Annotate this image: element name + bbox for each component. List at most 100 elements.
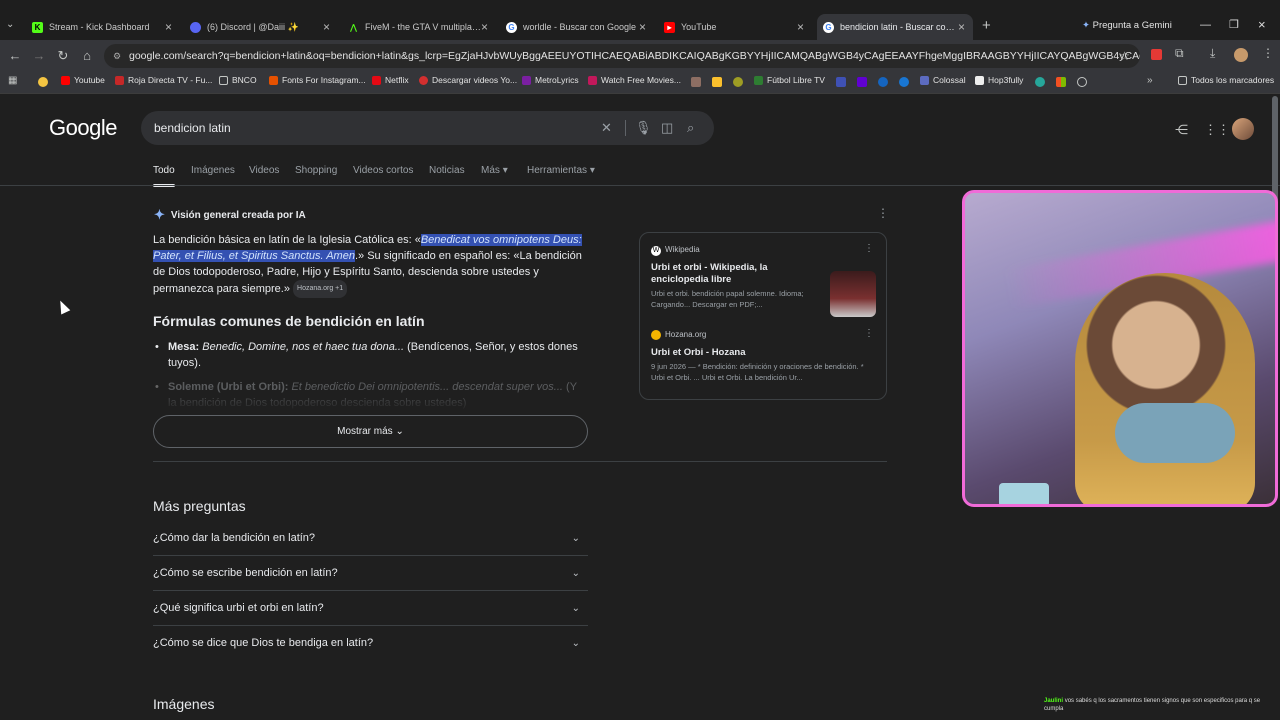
mug [999,483,1049,504]
faq-item[interactable]: ¿Cómo dar la bendición en latín? ⌄ [153,521,588,556]
apps-icon[interactable]: ▦ [8,75,17,86]
source-chip[interactable]: Hozana.org +1 [293,280,348,298]
faq-item[interactable]: ¿Cómo se dice que Dios te bendiga en lat… [153,626,588,661]
close-window-button[interactable]: × [1258,17,1266,32]
tab-fivem[interactable]: ⋀ FiveM - the GTA V multiplayer m × [342,15,496,39]
new-tab-button[interactable]: + [982,17,991,34]
bookmark-futbol-libre[interactable]: Fútbol Libre TV [754,75,825,85]
chevron-down-icon: ⌄ [571,533,580,544]
bookmark-watch-movies[interactable]: Watch Free Movies... [588,75,681,85]
download-icon[interactable]: ⤓ [1210,46,1215,61]
profile-avatar[interactable] [1234,48,1248,62]
ai-overview-heading: ✦ Visión general creada por IA [154,207,306,222]
clear-icon[interactable]: ✕ [601,120,612,136]
bookmark-icon-8[interactable] [1077,77,1087,87]
tab-worldle[interactable]: G worldle - Buscar con Google × [500,15,654,39]
bookmark-fonts[interactable]: Fonts For Instagram... [269,75,366,85]
bookmark-icon-2[interactable] [712,77,722,87]
tab-videos-cortos[interactable]: Videos cortos [353,165,413,176]
tab-youtube[interactable]: ▸ YouTube × [658,15,812,39]
tab-search-icon[interactable]: ⌄ [6,19,14,30]
source-title[interactable]: Urbi et Orbi - Hozana [651,347,811,359]
close-icon[interactable]: × [797,20,804,34]
yahoo-icon[interactable] [857,77,867,87]
more-options-icon[interactable]: ⋮ [864,243,874,254]
fivem-icon: ⋀ [350,22,357,32]
close-icon[interactable]: × [958,20,965,34]
bookmark-youtube[interactable]: Youtube [61,75,105,85]
youtube-icon [61,75,70,85]
bookmark-icon-3[interactable] [733,77,743,87]
more-options-icon[interactable]: ⋮ [864,328,874,339]
minimize-button[interactable]: — [1200,19,1211,31]
tab-shopping[interactable]: Shopping [295,165,337,176]
tv-icon [754,75,763,85]
bookmark-icon-6[interactable] [899,77,909,87]
puzzle-icon[interactable]: ⧉ [1175,46,1184,61]
home-icon[interactable]: ⌂ [79,48,95,63]
microsoft-icon[interactable] [1056,77,1066,87]
site-info-icon[interactable]: ⚙ [113,44,121,68]
source-thumbnail[interactable] [830,271,876,317]
bookmark-icon-7[interactable] [1035,77,1045,87]
bookmark-roja-directa[interactable]: Roja Directa TV - Fu... [115,75,212,85]
tab-herramientas[interactable]: Herramientas ▾ [527,165,595,176]
bookmark-netflix[interactable]: Netflix [372,75,409,85]
faq-item[interactable]: ¿Qué significa urbi et orbi en latín? ⌄ [153,591,588,626]
bookmark-star-icon[interactable]: ☆ [1119,44,1130,68]
tab-kick[interactable]: K Stream - Kick Dashboard × [26,15,180,39]
account-avatar[interactable] [1232,118,1254,140]
search-input[interactable]: bendicion latin ✕ 🎙︎ ◫ ⌕ [141,111,714,145]
toolbar: ← → ↻ ⌂ ⚙ google.com/search?q=bendicion+… [0,40,1280,72]
bookmark-hop3fully[interactable]: Hop3fully [975,75,1023,85]
close-icon[interactable]: × [323,20,330,34]
faq-item[interactable]: ¿Cómo se escribe bendición en latín? ⌄ [153,556,588,591]
extension-icon[interactable] [1151,49,1162,60]
more-bookmarks-icon[interactable]: » [1147,75,1153,86]
tab-bendicion[interactable]: G bendicion latin - Buscar con Go × [817,14,973,40]
apps-grid-icon[interactable]: ⋮⋮ [1204,122,1230,138]
gemini-button[interactable]: ✦ Pregunta a Gemini [1082,20,1172,31]
share-icon[interactable]: ⋲ [1175,122,1188,138]
menu-icon[interactable]: ⋮ [1262,46,1274,60]
more-options-icon[interactable]: ⋮ [877,206,889,220]
bookmark-bnco[interactable]: BNCO [219,75,257,85]
reload-icon[interactable]: ↻ [55,48,71,64]
lens-icon[interactable]: ◫ [661,120,673,136]
tab-discord[interactable]: (6) Discord | @Daiii ✨ × [184,15,338,39]
hop3fully-icon [975,75,984,85]
all-bookmarks-folder[interactable]: Todos los marcadores [1178,75,1274,85]
bookmark-icon-5[interactable] [878,77,888,87]
search-query[interactable]: bendicion latin [154,121,231,135]
gemini-icon: ✦ [1082,20,1090,31]
movies-icon [588,75,597,85]
bookmark-colossal[interactable]: Colossal [920,75,966,85]
tab-mas[interactable]: Más ▾ [481,165,508,176]
tab-videos[interactable]: Videos [249,165,279,176]
maximize-button[interactable]: ❐ [1229,18,1239,31]
bookmark-descargar[interactable]: Descargar videos Yo... [419,75,517,85]
source-title[interactable]: Urbi et orbi - Wikipedia, la enciclopedi… [651,262,811,286]
forward-icon[interactable]: → [31,48,47,63]
emoji-icon[interactable] [38,77,48,87]
tab-noticias[interactable]: Noticias [429,165,465,176]
close-icon[interactable]: × [165,20,172,34]
bookmark-metrolyrics[interactable]: MetroLyrics [522,75,579,85]
close-icon[interactable]: × [481,20,488,34]
bookmark-icon-1[interactable] [691,77,701,87]
google-icon: G [823,21,834,33]
tab-imagenes[interactable]: Imágenes [191,165,235,176]
voice-search-icon[interactable]: 🎙︎ [635,120,652,136]
metrolyrics-icon [522,75,531,85]
sources-panel: W Wikipedia ⋮ Urbi et orbi - Wikipedia, l… [639,232,887,400]
chevron-down-icon: ⌄ [571,603,580,614]
source-snippet: 9 jun 2026 — * Bendición: definición y o… [651,362,864,382]
bookmark-icon-4[interactable] [836,77,846,87]
back-icon[interactable]: ← [7,48,23,63]
google-logo[interactable]: Google [49,115,117,141]
tab-todo[interactable]: Todo [153,165,175,176]
close-icon[interactable]: × [639,20,646,34]
search-icon[interactable]: ⌕ [687,120,694,136]
show-more-button[interactable]: Mostrar más ⌄ [153,415,588,448]
address-bar[interactable]: ⚙ google.com/search?q=bendicion+latin&oq… [104,44,1140,68]
